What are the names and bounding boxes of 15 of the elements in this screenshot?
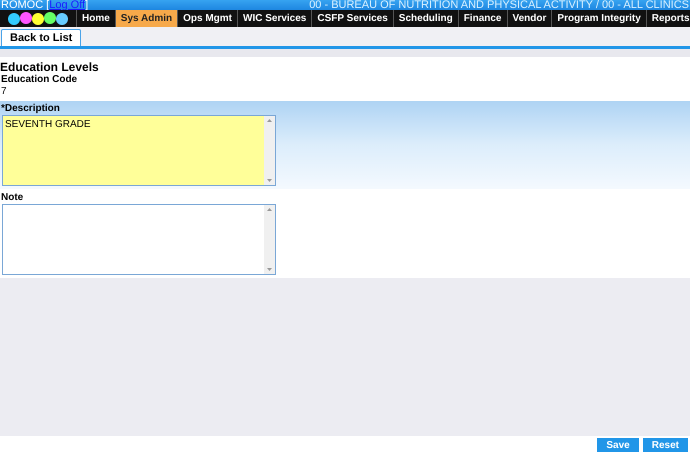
nav-tab[interactable]: Reports — [646, 10, 690, 27]
scroll-up-icon[interactable] — [267, 119, 272, 122]
nav-tab[interactable]: Sys Admin — [114, 10, 178, 27]
field-label: Note — [0, 192, 24, 204]
user-name: ROMOC — [1, 0, 44, 10]
page-title: Education Levels — [0, 60, 100, 74]
scroll-up-icon[interactable] — [267, 208, 272, 211]
field-value: 7 — [0, 86, 8, 97]
back-button[interactable]: Back to List — [1, 29, 82, 46]
scroll-down-icon[interactable] — [267, 268, 272, 271]
field-label: *Description — [0, 103, 61, 115]
scroll-down-icon[interactable] — [267, 179, 272, 182]
text-area[interactable]: SEVENTH GRADE — [2, 115, 276, 186]
field-label: Education Code — [0, 74, 78, 86]
text-area[interactable] — [2, 204, 276, 275]
